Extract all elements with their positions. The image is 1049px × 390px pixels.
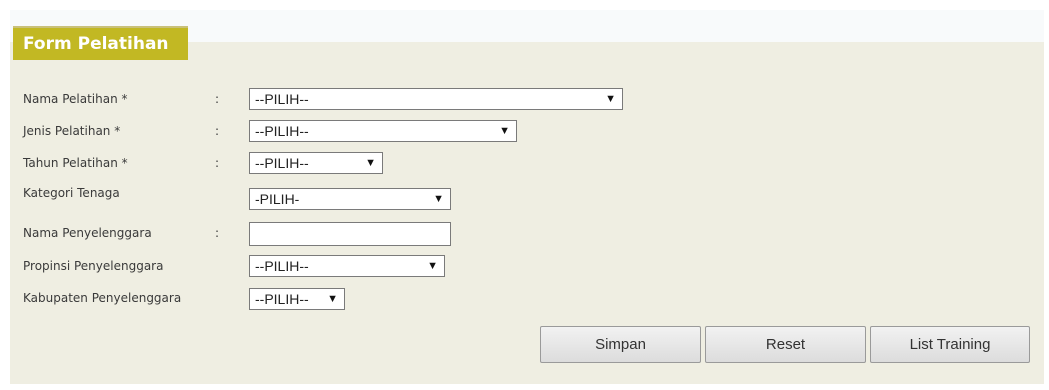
form-title-tab: Form Pelatihan	[13, 26, 188, 60]
kategori-tenaga-label: Kategori Tenaga	[23, 186, 120, 200]
tahun-pelatihan-label: Tahun Pelatihan *	[23, 156, 128, 170]
chevron-down-icon: ▼	[605, 93, 616, 105]
propinsi-penyelenggara-select[interactable]: --PILIH-- ▼	[249, 255, 445, 277]
kabupaten-penyelenggara-select[interactable]: --PILIH-- ▼	[249, 288, 345, 310]
colon: :	[215, 92, 220, 106]
list-training-button[interactable]: List Training	[870, 326, 1030, 363]
nama-pelatihan-select[interactable]: --PILIH-- ▼	[249, 88, 623, 110]
select-value: --PILIH--	[255, 91, 309, 107]
nama-pelatihan-label: Nama Pelatihan *	[23, 92, 128, 106]
kabupaten-penyelenggara-label: Kabupaten Penyelenggara	[23, 291, 182, 305]
nama-penyelenggara-label: Nama Penyelenggara	[23, 226, 152, 240]
reset-button[interactable]: Reset	[705, 326, 866, 363]
nama-penyelenggara-input[interactable]	[249, 222, 451, 246]
jenis-pelatihan-select[interactable]: --PILIH-- ▼	[249, 120, 517, 142]
tahun-pelatihan-select[interactable]: --PILIH-- ▼	[249, 152, 383, 174]
colon: :	[215, 124, 220, 138]
simpan-button[interactable]: Simpan	[540, 326, 701, 363]
colon: :	[215, 226, 220, 240]
propinsi-penyelenggara-label: Propinsi Penyelenggara	[23, 259, 164, 273]
select-value: --PILIH--	[255, 291, 309, 307]
select-value: --PILIH--	[255, 123, 309, 139]
chevron-down-icon: ▼	[499, 125, 510, 137]
colon: :	[215, 156, 220, 170]
select-value: -PILIH-	[255, 191, 300, 207]
select-value: --PILIH--	[255, 258, 309, 274]
jenis-pelatihan-label: Jenis Pelatihan *	[23, 124, 121, 138]
kategori-tenaga-select[interactable]: -PILIH- ▼	[249, 188, 451, 210]
chevron-down-icon: ▼	[327, 293, 338, 305]
select-value: --PILIH--	[255, 155, 309, 171]
chevron-down-icon: ▼	[365, 157, 376, 169]
chevron-down-icon: ▼	[427, 260, 438, 272]
chevron-down-icon: ▼	[433, 193, 444, 205]
